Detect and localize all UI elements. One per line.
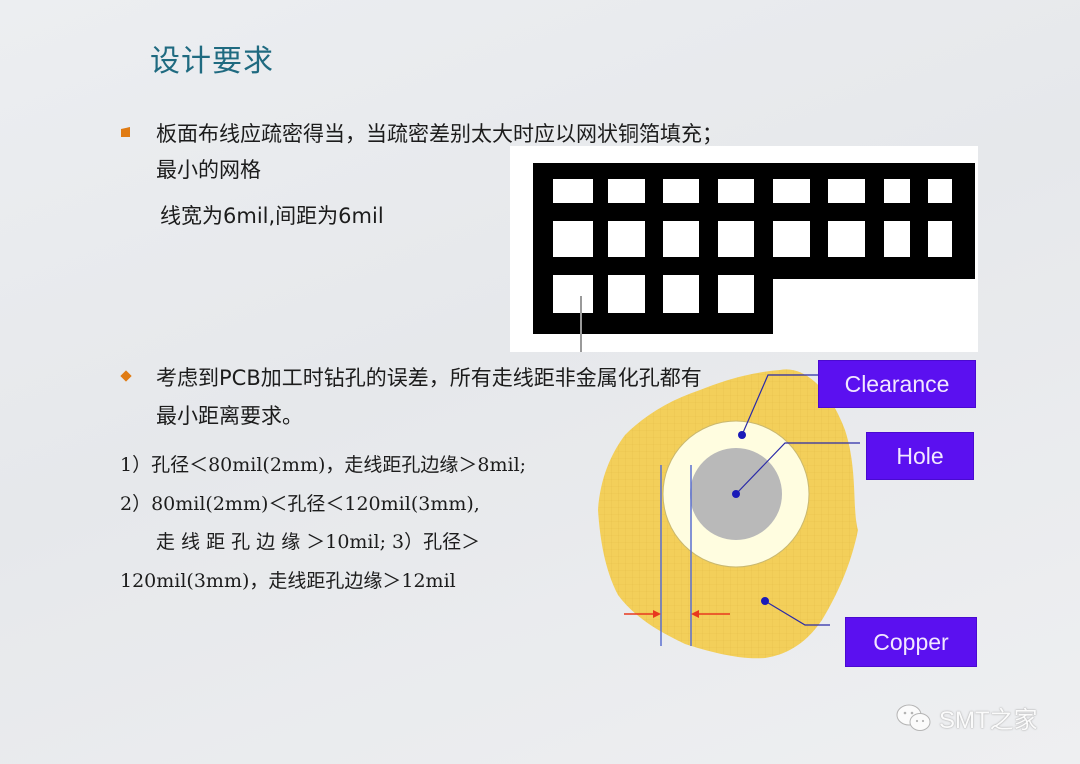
rule-2: 2）80mil(2mm)＜孔径＜120mil(3mm), <box>120 493 480 515</box>
mesh-hole <box>718 221 754 257</box>
copper-label: Copper <box>845 617 977 667</box>
section1-line2: 最小的网格 <box>156 158 261 182</box>
mesh-grid-panel <box>510 146 978 352</box>
section1-line3: 线宽为6mil,间距为6mil <box>160 204 384 228</box>
mesh-hole <box>718 275 754 313</box>
rule-1: 1）孔径＜80mil(2mm)，走线距孔边缘＞8mil; <box>120 454 527 476</box>
square-bullet-icon <box>121 127 130 137</box>
mesh-hole <box>773 179 810 203</box>
hole-label: Hole <box>866 432 974 480</box>
diamond-bullet-icon <box>120 370 132 382</box>
hole-dot <box>732 490 740 498</box>
mesh-hole <box>553 221 593 257</box>
mesh-hole <box>608 275 645 313</box>
copper-dot <box>761 597 769 605</box>
section2-line2: 最小距离要求。 <box>156 404 303 428</box>
mesh-holes <box>553 179 952 313</box>
mesh-hole <box>553 275 593 313</box>
slide-title: 设计要求 <box>150 44 274 79</box>
rule-2-cont: 走 线 距 孔 边 缘 ＞10mil; 3）孔径＞ <box>156 531 481 553</box>
mesh-hole <box>663 179 699 203</box>
mesh-grid-diagram <box>533 163 975 352</box>
watermark: SMT之家 <box>895 700 1038 735</box>
wechat-icon <box>896 704 931 731</box>
mesh-hole <box>608 221 645 257</box>
mesh-hole <box>828 179 865 203</box>
mesh-hole <box>884 179 910 203</box>
watermark-text: SMT之家 <box>939 707 1038 734</box>
mesh-hole <box>663 275 699 313</box>
mesh-hole <box>928 221 952 257</box>
clearance-dot <box>738 431 746 439</box>
section1-line1: 板面布线应疏密得当，当疏密差别太大时应以网状铜箔填充； <box>156 122 723 146</box>
mesh-hole <box>663 221 699 257</box>
clearance-label: Clearance <box>818 360 976 408</box>
mesh-hole <box>608 179 645 203</box>
mesh-hole <box>718 179 754 203</box>
rule-3: 120mil(3mm)，走线距孔边缘＞12mil <box>120 570 456 592</box>
mesh-hole <box>828 221 865 257</box>
mesh-hole <box>553 179 593 203</box>
mesh-hole <box>928 179 952 203</box>
mesh-hole <box>884 221 910 257</box>
mesh-hole <box>773 221 810 257</box>
